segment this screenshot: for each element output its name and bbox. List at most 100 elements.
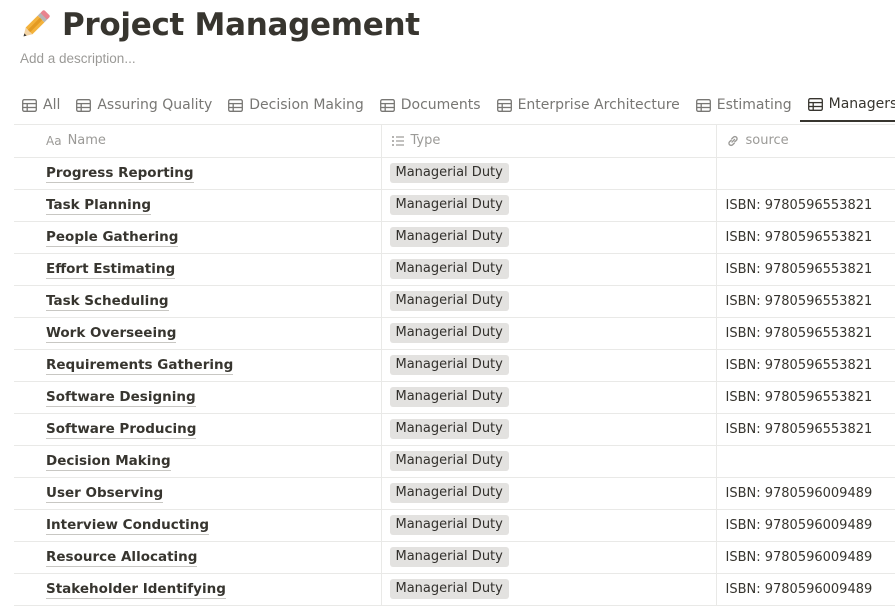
cell-type[interactable]: Managerial Duty — [381, 541, 717, 574]
cell-type[interactable]: Managerial Duty — [381, 445, 717, 478]
row-title-link[interactable]: Task Planning — [46, 197, 152, 215]
cell-name[interactable]: Work Overseeing — [14, 317, 382, 350]
cell-source[interactable]: ISBN: 9780596553821 — [716, 253, 895, 286]
tab-all[interactable]: All — [14, 88, 68, 122]
cell-source[interactable]: ISBN: 9780596009489 — [716, 541, 895, 574]
row-title-link[interactable]: Work Overseeing — [46, 325, 177, 343]
column-header-label: source — [745, 133, 789, 149]
cell-name[interactable]: Software Designing — [14, 381, 382, 414]
cell-name[interactable]: Software Producing — [14, 413, 382, 446]
tab-label: Decision Making — [249, 97, 364, 113]
cell-name[interactable]: Requirements Gathering — [14, 349, 382, 382]
cell-type[interactable]: Managerial Duty — [381, 413, 717, 446]
table-row[interactable]: Work Overseeing Managerial Duty ISBN: 9780… — [14, 317, 895, 350]
row-title-link[interactable]: Requirements Gathering — [46, 357, 234, 375]
source-text: ISBN: 9780596553821 — [725, 229, 873, 245]
row-title-link[interactable]: Interview Conducting — [46, 517, 210, 535]
tab-managers[interactable]: Managers — [799, 88, 895, 122]
cell-name[interactable]: Effort Estimating — [14, 253, 382, 286]
tab-assuring-quality[interactable]: Assuring Quality — [68, 88, 220, 122]
table-row[interactable]: Interview Conducting Managerial Duty ISBN:… — [14, 509, 895, 542]
cell-type[interactable]: Managerial Duty — [381, 509, 717, 542]
pencil-icon[interactable] — [16, 6, 54, 44]
cell-name[interactable]: User Observing — [14, 477, 382, 510]
table-row[interactable]: Task Scheduling Managerial Duty ISBN: 9780… — [14, 285, 895, 318]
table-row[interactable]: Requirements Gathering Managerial Duty ISB… — [14, 349, 895, 382]
cell-name[interactable]: Interview Conducting — [14, 509, 382, 542]
cell-source[interactable]: ISBN: 9780596553821 — [716, 349, 895, 382]
cell-source[interactable]: ISBN: 9780596553821 — [716, 189, 895, 222]
tab-label: All — [43, 97, 61, 113]
tab-label: Managers — [828, 96, 895, 112]
table-row[interactable]: Effort Estimating Managerial Duty ISBN: 97… — [14, 253, 895, 286]
cell-name[interactable]: Progress Reporting — [14, 157, 382, 190]
cell-type[interactable]: Managerial Duty — [381, 381, 717, 414]
cell-name[interactable]: Resource Allocating — [14, 541, 382, 574]
cell-source[interactable] — [716, 157, 895, 190]
cell-name[interactable]: People Gathering — [14, 221, 382, 254]
column-header-type[interactable]: Type — [381, 125, 717, 158]
cell-name[interactable]: Task Planning — [14, 189, 382, 222]
title-row: Project Management — [16, 4, 420, 46]
cell-type[interactable]: Managerial Duty — [381, 285, 717, 318]
cell-name[interactable]: Stakeholder Identifying — [14, 573, 382, 606]
list-icon — [391, 135, 404, 146]
cell-name[interactable]: Decision Making — [14, 445, 382, 478]
type-tag: Managerial Duty — [389, 323, 509, 343]
cell-type[interactable]: Managerial Duty — [381, 573, 717, 606]
cell-source[interactable]: ISBN: 9780596009489 — [716, 573, 895, 606]
row-title-link[interactable]: Software Designing — [46, 389, 196, 407]
cell-source[interactable] — [716, 445, 895, 478]
tab-estimating[interactable]: Estimating — [688, 88, 800, 122]
row-title-link[interactable]: User Observing — [46, 485, 164, 503]
cell-type[interactable]: Managerial Duty — [381, 221, 717, 254]
source-text: ISBN: 9780596009489 — [725, 549, 873, 565]
cell-type[interactable]: Managerial Duty — [381, 477, 717, 510]
table-row[interactable]: Software Producing Managerial Duty ISBN: 9… — [14, 413, 895, 446]
row-title-link[interactable]: Progress Reporting — [46, 165, 194, 183]
table-row[interactable]: People Gathering Managerial Duty ISBN: 978… — [14, 221, 895, 254]
cell-type[interactable]: Managerial Duty — [381, 253, 717, 286]
cell-source[interactable]: ISBN: 9780596553821 — [716, 317, 895, 350]
row-title-link[interactable]: Task Scheduling — [46, 293, 169, 311]
row-title-link[interactable]: Resource Allocating — [46, 549, 198, 567]
table-row[interactable]: Progress Reporting Managerial Duty — [14, 157, 895, 190]
source-text: ISBN: 9780596009489 — [725, 517, 873, 533]
page-title[interactable]: Project Management — [62, 7, 420, 43]
source-text: ISBN: 9780596009489 — [725, 485, 873, 501]
table-row[interactable]: Resource Allocating Managerial Duty ISBN: … — [14, 541, 895, 574]
type-tag: Managerial Duty — [389, 547, 509, 567]
cell-source[interactable]: ISBN: 9780596009489 — [716, 477, 895, 510]
tab-enterprise-architecture[interactable]: Enterprise Architecture — [489, 88, 688, 122]
cell-source[interactable]: ISBN: 9780596009489 — [716, 509, 895, 542]
table-icon — [807, 97, 823, 111]
row-title-link[interactable]: Stakeholder Identifying — [46, 581, 226, 599]
table-row[interactable]: Decision Making Managerial Duty — [14, 445, 895, 478]
cell-type[interactable]: Managerial Duty — [381, 189, 717, 222]
row-title-link[interactable]: Effort Estimating — [46, 261, 176, 279]
row-title-link[interactable]: Decision Making — [46, 453, 171, 471]
description-input[interactable]: Add a description... — [20, 51, 136, 66]
cell-type[interactable]: Managerial Duty — [381, 317, 717, 350]
table-row[interactable]: Stakeholder Identifying Managerial Duty IS… — [14, 573, 895, 606]
column-header-source[interactable]: source — [716, 125, 895, 158]
tab-decision-making[interactable]: Decision Making — [220, 88, 371, 122]
cell-type[interactable]: Managerial Duty — [381, 349, 717, 382]
table-icon — [496, 98, 512, 112]
cell-source[interactable]: ISBN: 9780596553821 — [716, 381, 895, 414]
cell-source[interactable]: ISBN: 9780596553821 — [716, 413, 895, 446]
table-row[interactable]: Software Designing Managerial Duty ISBN: 9… — [14, 381, 895, 414]
cell-type[interactable]: Managerial Duty — [381, 157, 717, 190]
table-row[interactable]: Task Planning Managerial Duty ISBN: 978059… — [14, 189, 895, 222]
cell-name[interactable]: Task Scheduling — [14, 285, 382, 318]
row-title-link[interactable]: Software Producing — [46, 421, 197, 439]
column-header-name[interactable]: Aa Name — [14, 125, 382, 158]
cell-source[interactable]: ISBN: 9780596553821 — [716, 285, 895, 318]
type-tag: Managerial Duty — [389, 483, 509, 503]
column-header-label: Type — [410, 133, 441, 149]
cell-source[interactable]: ISBN: 9780596553821 — [716, 221, 895, 254]
tab-documents[interactable]: Documents — [372, 88, 489, 122]
table-row[interactable]: User Observing Managerial Duty ISBN: 97805… — [14, 477, 895, 510]
source-text: ISBN: 9780596553821 — [725, 293, 873, 309]
row-title-link[interactable]: People Gathering — [46, 229, 179, 247]
